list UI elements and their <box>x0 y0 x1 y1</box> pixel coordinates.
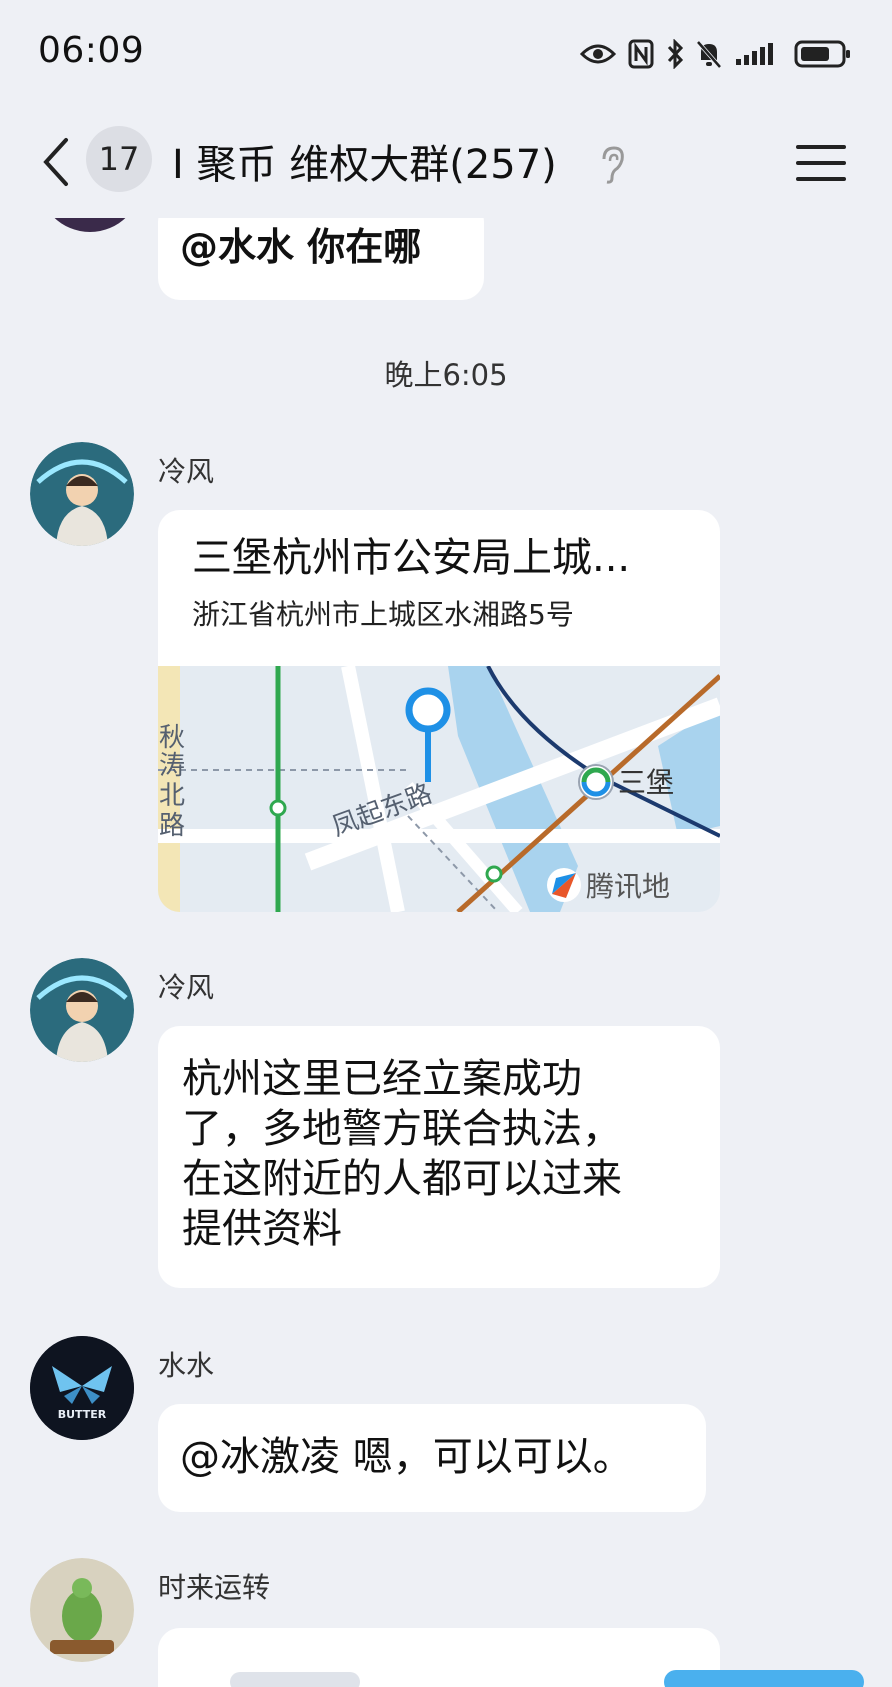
message-line: 提供资料 <box>182 1206 342 1252</box>
location-title: 三堡杭州市公安局上城... <box>192 535 631 581</box>
map-label-station: 三堡 <box>618 766 674 799</box>
message-line: 杭州这里已经立案成功 <box>182 1056 582 1102</box>
group-title[interactable]: I 聚币 维权大群(257) <box>172 132 557 190</box>
location-card[interactable]: 三堡杭州市公安局上城... 浙江省杭州市上城区水湘路5号 秋 涛 北 路 凤起东… <box>158 510 720 912</box>
chat-header: 17 I 聚币 维权大群(257) <box>0 108 892 218</box>
message-text: 杭州这里已经立案成功 了，多地警方联合执法， 在这附近的人都可以过来 提供资料 <box>182 1054 622 1254</box>
map-provider-label: 腾讯地 <box>586 870 670 903</box>
message-line: 在这附近的人都可以过来 <box>182 1156 622 1202</box>
message-text: @水水 你在哪 <box>180 225 422 269</box>
menu-bar <box>796 161 846 165</box>
home-indicator <box>230 1672 360 1687</box>
avatar[interactable]: BUTTER <box>30 1336 134 1440</box>
menu-button[interactable] <box>796 138 846 188</box>
menu-bar <box>796 177 846 181</box>
input-accent[interactable] <box>664 1670 864 1687</box>
location-map[interactable]: 秋 涛 北 路 凤起东路 三堡 腾讯地 <box>158 666 720 912</box>
message-line: 了，多地警方联合执法， <box>182 1106 622 1152</box>
map-pin-icon <box>405 687 451 733</box>
sender-name: 冷风 <box>158 971 215 1004</box>
avatar[interactable] <box>30 1558 134 1662</box>
message-timestamp: 晚上6:05 <box>384 358 508 392</box>
metro-station-dot <box>485 865 503 883</box>
map-label-road-char: 北 <box>159 781 185 811</box>
metro-station-dot <box>269 799 287 817</box>
map-graphic: 秋 涛 北 路 凤起东路 三堡 腾讯地 <box>158 666 720 912</box>
avatar[interactable] <box>30 958 134 1062</box>
sender-name: 冷风 <box>158 455 215 488</box>
menu-bar <box>796 145 846 149</box>
location-address: 浙江省杭州市上城区水湘路5号 <box>192 598 574 631</box>
chat-screen: 06:09 @水水 你在哪 晚上6:05 冷风 三堡杭州市公安局上城... 浙江… <box>0 0 892 1687</box>
avatar-brand-text: BUTTER <box>58 1408 107 1421</box>
map-label-road-char: 秋 <box>159 723 185 753</box>
location-header: 三堡杭州市公安局上城... 浙江省杭州市上城区水湘路5号 <box>158 510 720 666</box>
message-bubble[interactable]: @冰激凌 嗯，可以可以。 <box>158 1404 706 1512</box>
sender-name: 时来运转 <box>158 1571 271 1604</box>
back-arrow-icon <box>43 138 68 186</box>
message-text: @冰激凌 嗯，可以可以。 <box>180 1434 633 1480</box>
sender-name: 水水 <box>158 1349 215 1382</box>
chat-area[interactable]: @水水 你在哪 晚上6:05 冷风 三堡杭州市公安局上城... 浙江省杭州市上城… <box>0 0 892 1687</box>
back-button[interactable] <box>30 130 80 194</box>
map-label-road-char: 涛 <box>159 751 185 781</box>
unread-count-badge[interactable]: 17 <box>86 126 152 192</box>
map-label-road-char: 路 <box>159 811 185 841</box>
ear-icon[interactable] <box>596 144 628 186</box>
message-bubble[interactable]: 杭州这里已经立案成功 了，多地警方联合执法， 在这附近的人都可以过来 提供资料 <box>158 1026 720 1288</box>
avatar[interactable] <box>30 442 134 546</box>
